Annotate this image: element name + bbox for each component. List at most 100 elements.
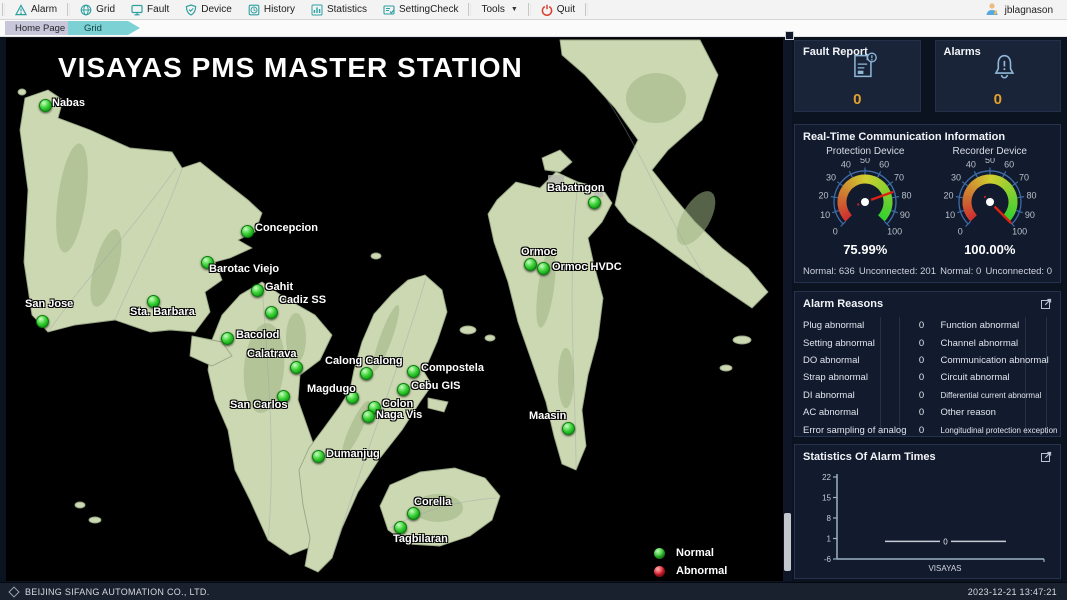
svg-text:100: 100 (1012, 227, 1027, 237)
svg-text:0: 0 (958, 227, 963, 237)
toolbar-item-device[interactable]: Device (177, 0, 240, 19)
station-dot-icon (588, 196, 601, 209)
alarm-reason-label: Longitudinal protection exception (941, 426, 1058, 435)
history-icon (248, 4, 260, 16)
shield-icon (185, 4, 197, 16)
toolbar-item-label: Grid (96, 4, 115, 15)
station-dot-icon (290, 361, 303, 374)
fault-report-card[interactable]: Fault Report 0 (794, 40, 921, 112)
map-scrollbar[interactable] (783, 38, 792, 581)
right-panel: Fault Report 0 Alarms 0 Real-Time Commun… (794, 38, 1061, 581)
toolbar-item-grid[interactable]: Grid (72, 0, 123, 19)
toolbar-item-fault[interactable]: Fault (123, 0, 177, 19)
toolbar-item-alarm[interactable]: Alarm (7, 0, 65, 19)
toolbar-separator (468, 3, 471, 16)
alarm-reasons-title: Alarm Reasons (803, 298, 883, 310)
station-label: Bacolod (236, 329, 279, 341)
collapse-panel-icon[interactable] (785, 31, 794, 40)
svg-text:30: 30 (826, 172, 836, 182)
toolbar-item-label: Statistics (327, 4, 367, 15)
alarm-reason-count: 0 (1057, 355, 1067, 366)
alarm-reason-count: 0 (1057, 390, 1067, 401)
toolbar-item-label: History (264, 4, 295, 15)
toolbar-item-quit[interactable]: Quit (533, 0, 583, 19)
monitor-icon (131, 4, 143, 16)
alarm-statistics-title: Statistics Of Alarm Times (803, 451, 936, 463)
tab-grid[interactable]: Grid (68, 21, 140, 35)
gauge-stat: Normal: 0 (940, 266, 981, 277)
alarm-reason-label: Function abnormal (941, 320, 1058, 331)
alarm-reason-row: Circuit abnormal0 (941, 369, 1067, 386)
svg-text:0: 0 (943, 537, 948, 546)
statistics-icon (311, 4, 323, 16)
alarm-reason-count: 0 (907, 425, 937, 436)
toolbar-item-tools[interactable]: Tools▼ (473, 0, 525, 19)
expand-statistics-icon[interactable] (1041, 451, 1052, 462)
toolbar-item-history[interactable]: History (240, 0, 303, 19)
alarm-reason-row: DO abnormal0 (803, 352, 937, 369)
alarm-reason-row: DI abnormal0 (803, 387, 937, 404)
alarm-reason-row: Plug abnormal0 (803, 317, 937, 334)
recorder-device-label: Recorder Device (928, 146, 1053, 157)
station-label: San Jose (25, 298, 73, 310)
gauge-recorder-device: 0102030405060708090100100.00% (928, 158, 1053, 257)
station-label: San Carlos (230, 399, 287, 411)
user-name: jblagnason (1005, 5, 1053, 16)
gauge-percent: 100.00% (928, 242, 1053, 257)
toolbar-item-label: Fault (147, 4, 169, 15)
alarm-reason-count: 0 (907, 407, 937, 418)
user-avatar-icon (985, 2, 999, 19)
bell-icon (988, 50, 1020, 87)
alarm-reason-row: Communication abnormal0 (941, 352, 1067, 369)
user-account[interactable]: jblagnason (985, 0, 1053, 20)
toolbar-separator (585, 3, 588, 16)
station-dot-icon (562, 422, 575, 435)
settingcheck-icon (383, 4, 395, 16)
alarm-reason-label: Channel abnormal (941, 338, 1058, 349)
station-label: Sta. Barbara (130, 306, 195, 318)
normal-dot-icon (654, 548, 665, 559)
company-logo-icon (8, 586, 19, 597)
alarm-reason-label: Strap abnormal (803, 372, 907, 383)
svg-text:50: 50 (985, 158, 995, 165)
alarm-reason-label: Plug abnormal (803, 320, 907, 331)
station-label: Compostela (421, 362, 484, 374)
alarm-reason-label: DI abnormal (803, 390, 907, 401)
toolbar-item-settingcheck[interactable]: SettingCheck (375, 0, 466, 19)
svg-text:20: 20 (819, 190, 829, 200)
gauge-stat: Normal: 636 (803, 266, 855, 277)
station-label: Dumanjug (326, 448, 380, 460)
svg-text:50: 50 (860, 158, 870, 165)
alarms-card[interactable]: Alarms 0 (935, 40, 1062, 112)
toolbar-separator (528, 3, 531, 16)
station-dot-icon (524, 258, 537, 271)
alarm-reason-count: 0 (1057, 407, 1067, 418)
alarm-reason-count: 0 (1057, 425, 1067, 436)
station-label: Calatrava (247, 348, 297, 360)
toolbar-item-label: Tools (481, 4, 504, 15)
gauge-protection-device: 010203040506070809010075.99% (803, 158, 928, 257)
svg-text:0: 0 (833, 227, 838, 237)
station-dot-icon (221, 332, 234, 345)
toolbar-separator (67, 3, 70, 16)
map-view[interactable]: VISAYAS PMS MASTER STATION NabasSan Jose… (6, 38, 783, 581)
station-dot-icon (241, 225, 254, 238)
station-dot-icon (537, 262, 550, 275)
svg-text:22: 22 (822, 473, 831, 482)
toolbar-item-statistics[interactable]: Statistics (303, 0, 375, 19)
toolbar-item-label: SettingCheck (399, 4, 458, 15)
map-scrollbar-thumb[interactable] (784, 513, 791, 571)
station-dot-icon (265, 306, 278, 319)
station-dot-icon (251, 284, 264, 297)
expand-alarm-reasons-icon[interactable] (1041, 298, 1052, 309)
alarm-reason-label: Other reason (941, 407, 1058, 418)
alarm-reason-label: Error sampling of analog (803, 425, 907, 436)
svg-text:60: 60 (1004, 160, 1014, 170)
legend-normal: Normal (654, 544, 727, 562)
tab-home-page-label: Home Page (15, 23, 65, 34)
alarm-reason-row: Differential current abnormal0 (941, 387, 1067, 404)
svg-text:20: 20 (943, 190, 953, 200)
svg-text:40: 40 (841, 160, 851, 170)
station-dot-icon (397, 383, 410, 396)
alarm-reason-row: Other reason0 (941, 404, 1067, 421)
